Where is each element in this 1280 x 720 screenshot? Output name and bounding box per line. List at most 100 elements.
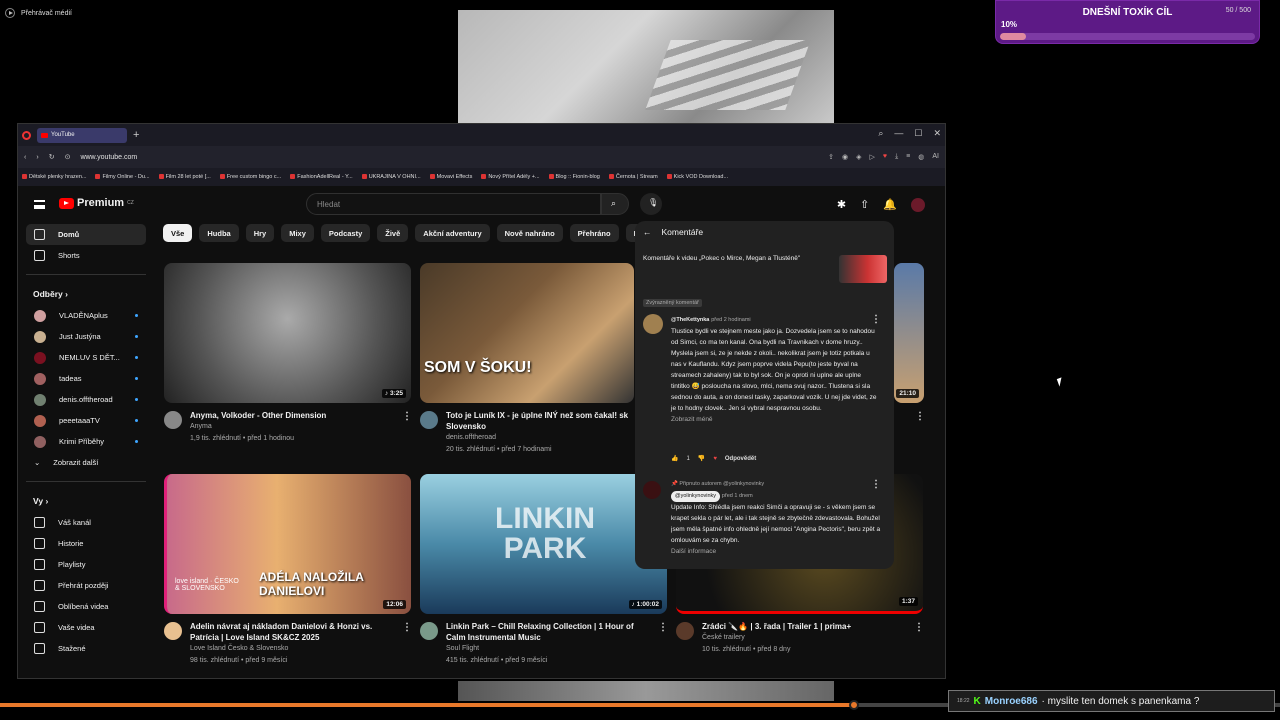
tab-youtube[interactable]: YouTube (37, 127, 127, 143)
menu-icon[interactable]: ≡ (906, 153, 910, 161)
video-menu-icon[interactable]: ⋮ (402, 411, 412, 422)
shield-icon[interactable]: ◈ (856, 153, 861, 161)
bookmark-item[interactable]: Kick VOD Download... (666, 174, 728, 180)
tab-search-icon[interactable]: ⌕ (878, 128, 883, 139)
opera-logo-icon[interactable] (22, 130, 31, 140)
sidebar-item-watch-later[interactable]: Přehrát později (26, 575, 146, 596)
chat-username[interactable]: Monroe686 (985, 696, 1038, 707)
bookmark-item[interactable]: Černota | Stream (608, 174, 658, 180)
commenter-avatar[interactable] (643, 481, 661, 499)
video-channel[interactable]: Anyma (190, 421, 390, 433)
bookmark-item[interactable]: Movavi Effects (429, 174, 472, 180)
comments-video-thumbnail[interactable] (839, 255, 887, 283)
video-menu-icon[interactable]: ⋮ (658, 622, 668, 633)
comment-author[interactable]: @TheKettynka (671, 317, 709, 323)
bookmark-item[interactable]: Film 28 let poté [... (158, 174, 211, 180)
video-title[interactable]: Anyma, Volkoder - Other Dimension (190, 410, 390, 421)
video-thumbnail-1[interactable]: ♪ 3:25 (164, 263, 411, 403)
url-field[interactable]: www.youtube.com (80, 154, 137, 161)
close-button[interactable]: ✕ (933, 128, 941, 139)
camera-icon[interactable]: ◉ (842, 153, 848, 161)
forward-button[interactable]: › (36, 154, 38, 161)
channel-avatar[interactable] (420, 411, 438, 429)
heart-icon[interactable]: ♥ (883, 153, 887, 161)
video-channel[interactable]: Soul Flight (446, 643, 646, 655)
back-button[interactable]: ‹ (24, 154, 26, 161)
channel-avatar[interactable] (676, 622, 694, 640)
bookmark-item[interactable]: FashionAdellReal - Y... (290, 174, 353, 180)
share-icon[interactable]: ⇪ (828, 153, 834, 161)
ai-button[interactable]: AI (932, 153, 939, 161)
studio-icon[interactable]: ✱ (837, 198, 846, 212)
reload-button[interactable]: ↻ (49, 153, 55, 161)
video-title[interactable]: Linkin Park – Chill Relaxing Collection … (446, 621, 646, 643)
bookmark-item[interactable]: Nový Přítel Adély +... (481, 174, 540, 180)
sidebar-item-home[interactable]: Domů (26, 224, 146, 245)
sidebar-subscription[interactable]: denis.offtheroad (26, 389, 146, 410)
comments-video-reference[interactable]: Komentáře k videu „Pokec o Mirce, Megan … (643, 255, 800, 262)
sidebar-subscription[interactable]: Krimi Příběhy (26, 431, 146, 452)
profile-icon[interactable]: ◍ (918, 153, 924, 161)
download-icon[interactable]: ⤓ (895, 153, 898, 161)
sidebar-item-like[interactable]: Oblíbená videa (26, 596, 146, 617)
media-player-icon[interactable] (5, 8, 15, 18)
sidebar-subscription[interactable]: Just Justýna (26, 326, 146, 347)
filter-chip[interactable]: Živě (377, 224, 409, 242)
video-title[interactable]: Zrádci 🔪🔥 | 3. řada | Trailer 1 | prima+ (702, 621, 902, 632)
video-thumbnail-5[interactable]: LINKIN PARK ♪ 1:00:02 (420, 474, 667, 614)
video-channel[interactable]: Love Island Česko & Slovensko (190, 643, 390, 655)
bookmark-item[interactable]: Filmy Online - Du... (95, 174, 150, 180)
sidebar-subscription[interactable]: VLADĚNAplus (26, 305, 146, 326)
sidebar-item-history[interactable]: Historie (26, 533, 146, 554)
youtube-premium-logo[interactable]: Premium CZ (59, 197, 134, 209)
video-menu-icon[interactable]: ⋮ (914, 622, 924, 633)
bookmark-item[interactable]: Free custom bingo c... (219, 174, 281, 180)
bookmark-item[interactable]: Blog :: Fionin-blog (548, 174, 600, 180)
filter-chip[interactable]: Mixy (281, 224, 314, 242)
sidebar-subscription[interactable]: peeetaaaTV (26, 410, 146, 431)
new-tab-button[interactable]: + (133, 129, 139, 141)
video-thumbnail-2[interactable]: SOM V ŠOKU! (420, 263, 634, 403)
voice-search-button[interactable]: 🎙 (640, 193, 662, 215)
search-input[interactable]: Hledat (306, 193, 601, 215)
dislike-icon[interactable]: 👎 (698, 455, 705, 462)
filter-chip[interactable]: Podcasty (320, 224, 371, 242)
sidebar-item-channel[interactable]: Váš kanál (26, 512, 146, 533)
channel-avatar[interactable] (164, 411, 182, 429)
video-menu-icon[interactable]: ⋮ (402, 622, 412, 633)
show-more-button[interactable]: ⌄ Zobrazit další (26, 452, 146, 473)
search-button[interactable]: ⌕ (601, 193, 629, 215)
play-icon[interactable]: ▷ (870, 153, 875, 161)
channel-avatar[interactable] (420, 622, 438, 640)
filter-chip[interactable]: Vše (163, 224, 193, 242)
you-header[interactable]: Vy › (26, 490, 146, 512)
video-thumbnail-3[interactable]: 21:10 (894, 263, 924, 403)
notifications-icon[interactable]: 🔔 (883, 198, 897, 212)
site-info-icon[interactable]: ⊙ (65, 153, 71, 161)
channel-avatar[interactable] (164, 622, 182, 640)
video-title[interactable]: Adelin návrat aj nákladom Danielovi & Ho… (190, 621, 390, 643)
video-thumbnail-4[interactable]: love island · ČESKO & SLOVENSKO ADÉLA NA… (164, 474, 411, 614)
video-channel[interactable]: denis.offtheroad (446, 432, 634, 444)
sidebar-item-download[interactable]: Stažené (26, 638, 146, 659)
filter-chip[interactable]: Přehráno (569, 224, 619, 242)
minimize-button[interactable]: — (894, 128, 903, 139)
sidebar-subscription[interactable]: NEMLUV S DĚT... (26, 347, 146, 368)
bookmark-item[interactable]: UKRAJINA V OHNI... (361, 174, 421, 180)
commenter-avatar[interactable] (643, 314, 663, 334)
sidebar-item-shorts[interactable]: Shorts (26, 245, 146, 266)
stream-progress-handle[interactable] (848, 700, 859, 710)
sidebar-subscription[interactable]: tadeas (26, 368, 146, 389)
comment-menu-icon[interactable]: ⋮ (871, 314, 881, 325)
upload-icon[interactable]: ⇧ (860, 198, 869, 212)
bookmark-item[interactable]: Dětské plenky hrazen... (22, 174, 86, 180)
filter-chip[interactable]: Nově nahráno (496, 224, 563, 242)
back-arrow-icon[interactable]: ← (643, 227, 652, 237)
account-avatar[interactable] (911, 198, 925, 212)
comment-author[interactable]: @yolinkynovinky (671, 491, 721, 502)
video-title[interactable]: Toto je Luník IX - je úplne INÝ než som … (446, 410, 634, 432)
menu-hamburger-icon[interactable] (34, 200, 45, 209)
read-more-button[interactable]: Další informace (671, 546, 883, 557)
show-less-button[interactable]: Zobrazit méně (671, 414, 881, 425)
filter-chip[interactable]: Akční adventury (415, 224, 490, 242)
